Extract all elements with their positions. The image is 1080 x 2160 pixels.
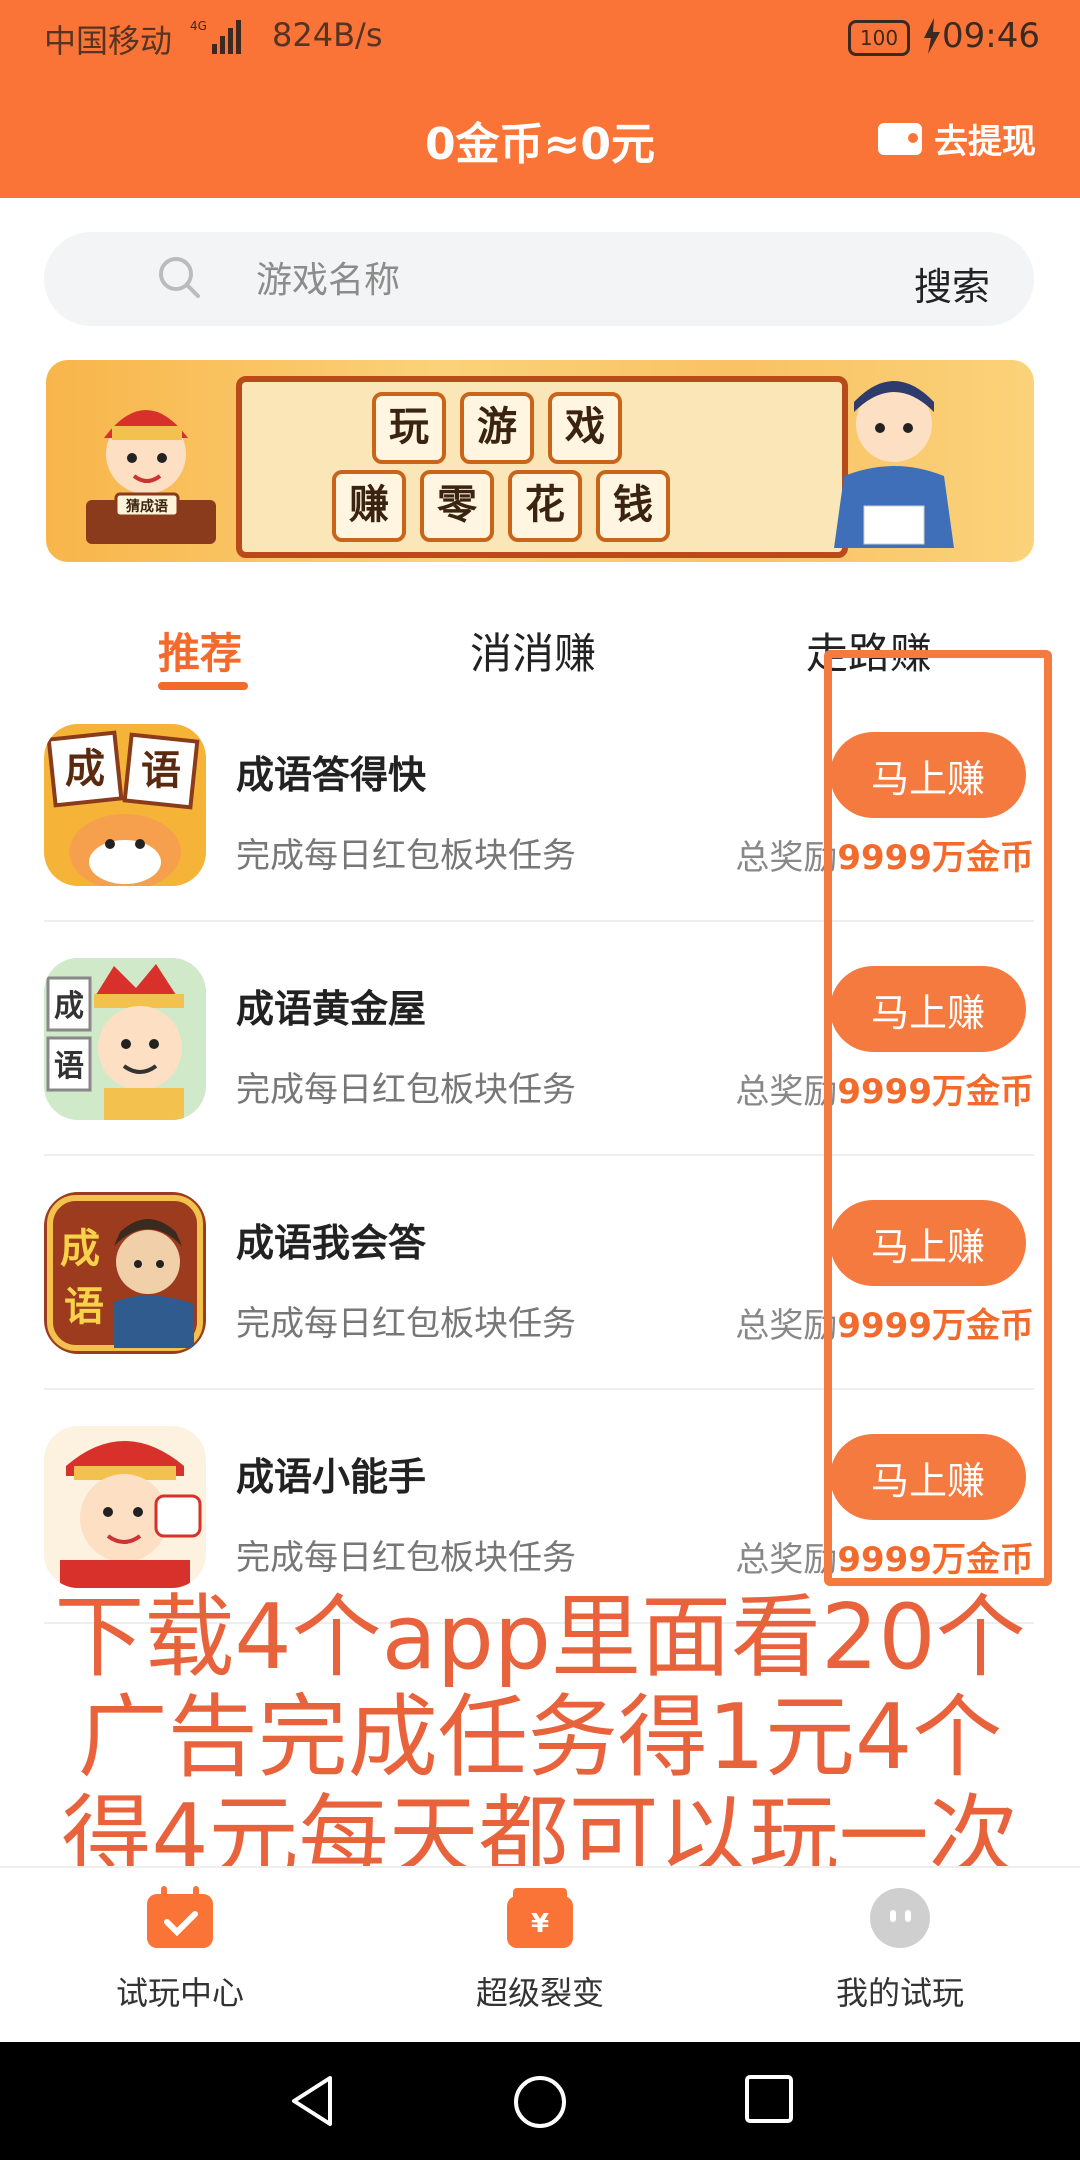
banner-board: 玩 游 戏 赚 零 花 钱 [236, 376, 848, 558]
annotation-line: 广告完成任务得1元4个 [77, 1685, 1003, 1790]
banner-tile: 玩 [372, 392, 446, 464]
svg-text:4G: 4G [190, 19, 207, 33]
app-desc: 完成每日红包板块任务 [236, 1538, 576, 1578]
app-desc: 完成每日红包板块任务 [236, 1070, 576, 1110]
chat-face-icon [870, 1888, 930, 1948]
battery-icon: 100 [848, 20, 910, 56]
list-item[interactable]: 成 语 成语我会答 完成每日红包板块任务 总奖励9999万金币 马上赚 [44, 1192, 1034, 1424]
cartoon-official-icon: 猜成语 [86, 410, 216, 544]
svg-text:成: 成 [65, 746, 105, 792]
app-name: 成语答得快 [236, 753, 427, 797]
reward-text: 总奖励9999万金币 [735, 1540, 1034, 1580]
tab-label: 试玩中心 [115, 1974, 244, 2012]
shiba-chengyu-icon: 成 语 [44, 724, 206, 886]
banner-tile: 赚 [332, 470, 406, 542]
svg-text:¥: ¥ [531, 1909, 549, 1939]
tab-match-earn[interactable]: 消消赚 [470, 620, 596, 681]
system-nav-bar [0, 2042, 1080, 2160]
divider [44, 920, 1034, 922]
reward-text: 总奖励9999万金币 [735, 1072, 1034, 1112]
withdraw-label: 去提现 [934, 122, 1036, 162]
list-item[interactable]: 成 语 成语答得快 完成每日红包板块任务 总奖励9999万金币 马上赚 [44, 724, 1034, 956]
tab-recommend[interactable]: 推荐 [158, 620, 242, 681]
app-name: 成语小能手 [236, 1455, 427, 1499]
cartoon-scholar-icon [834, 381, 954, 548]
calendar-check-icon [147, 1886, 213, 1948]
svg-text:语: 语 [64, 1284, 104, 1330]
tab-my-trials[interactable]: 我的试玩 [780, 1886, 1020, 2014]
yuan-bag-icon: ¥ [507, 1888, 573, 1948]
status-bar: 中国移动 4G 824B/s 100 09:46 [0, 0, 1080, 74]
banner-tile: 钱 [596, 470, 670, 542]
signal-icon: 4G [190, 19, 241, 54]
earn-now-button[interactable]: 马上赚 [830, 1200, 1026, 1286]
svg-text:成: 成 [60, 1226, 100, 1272]
earn-now-button[interactable]: 马上赚 [830, 966, 1026, 1052]
divider [44, 1388, 1034, 1390]
banner-badge: 猜成语 [125, 498, 168, 515]
banner-tile: 戏 [548, 392, 622, 464]
reward-text: 总奖励9999万金币 [735, 1306, 1034, 1346]
tab-super-fission[interactable]: ¥ 超级裂变 [420, 1886, 660, 2014]
tab-walk-earn[interactable]: 走路赚 [806, 620, 932, 681]
search-icon [159, 257, 200, 298]
app-desc: 完成每日红包板块任务 [236, 1304, 576, 1344]
search-input[interactable] [254, 252, 858, 308]
search-button[interactable]: 搜索 [914, 256, 990, 311]
network-speed: 824B/s [272, 16, 383, 54]
app-name: 成语我会答 [236, 1221, 427, 1265]
tab-label: 超级裂变 [475, 1974, 604, 2012]
divider [44, 1154, 1034, 1156]
status-time: 09:46 [942, 16, 1040, 56]
recents-icon[interactable] [744, 2074, 794, 2124]
annotation-text: 下载4个app里面看20个 广告完成任务得1元4个 得4元每天都可以玩一次 [0, 1588, 1080, 1888]
withdraw-button[interactable]: 去提现 [878, 114, 1036, 163]
back-icon[interactable] [286, 2074, 338, 2128]
home-icon[interactable] [512, 2074, 568, 2130]
earn-now-button[interactable]: 马上赚 [830, 1434, 1026, 1520]
earn-now-button[interactable]: 马上赚 [830, 732, 1026, 818]
carrier-name: 中国移动 [44, 22, 173, 60]
reward-text: 总奖励9999万金币 [735, 838, 1034, 878]
app-name: 成语黄金屋 [236, 987, 427, 1031]
emperor-chengyu-icon: 成 语 [44, 958, 206, 1120]
list-item[interactable]: 成 语 成语黄金屋 完成每日红包板块任务 总奖励9999万金币 马上赚 [44, 958, 1034, 1190]
tab-trial-center[interactable]: 试玩中心 [60, 1886, 300, 2014]
warrior-chengyu-icon: 成 语 [44, 1192, 206, 1354]
svg-text:语: 语 [141, 748, 181, 794]
annotation-line: 下载4个app里面看20个 [54, 1585, 1026, 1690]
svg-text:成: 成 [54, 989, 84, 1024]
wallet-icon [878, 122, 922, 155]
fortune-god-chengyu-icon [44, 1426, 206, 1588]
promo-banner[interactable]: 猜成语 玩 游 戏 赚 零 花 钱 [46, 360, 1034, 562]
search-bar: 搜索 [44, 232, 1034, 326]
banner-tile: 游 [460, 392, 534, 464]
tab-label: 我的试玩 [835, 1974, 964, 2012]
active-tab-indicator [158, 682, 248, 690]
banner-tile: 零 [420, 470, 494, 542]
app-desc: 完成每日红包板块任务 [236, 836, 576, 876]
svg-text:语: 语 [54, 1049, 84, 1084]
charging-icon [924, 18, 940, 54]
app-header: 中国移动 4G 824B/s 100 09:46 0金币≈0元 去提现 [0, 0, 1080, 198]
bottom-tab-bar: 试玩中心 ¥ 超级裂变 我的试玩 [0, 1866, 1080, 2044]
banner-tile: 花 [508, 470, 582, 542]
